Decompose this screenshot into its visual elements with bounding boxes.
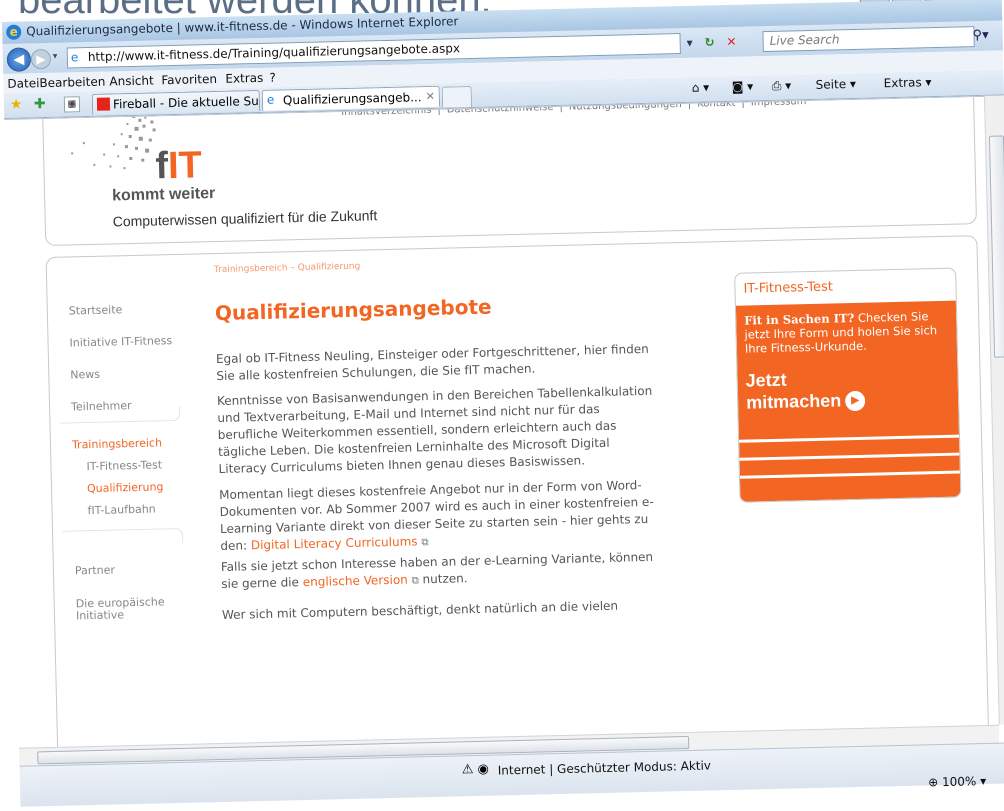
nav-it-fitness-test[interactable]: IT-Fitness-Test (86, 458, 162, 473)
search-placeholder: Live Search (769, 32, 840, 48)
history-dropdown-icon[interactable]: ▾ (53, 52, 58, 62)
menu-datei[interactable]: Datei (7, 76, 39, 91)
menu-favoriten[interactable]: Favoriten (161, 72, 217, 87)
search-icon[interactable]: ⚲▾ (972, 28, 988, 43)
tools-menu[interactable]: Extras ▾ (884, 75, 932, 90)
ie-logo-icon: e (6, 24, 22, 40)
tab-close-icon[interactable]: ✕ (425, 87, 436, 107)
feeds-icon[interactable]: ◙ ▾ (732, 79, 754, 94)
favorites-star-icon[interactable]: ★ (10, 97, 23, 113)
external-link-icon: ⧉ (421, 537, 429, 549)
fireball-icon (96, 97, 111, 111)
nav-news[interactable]: News (70, 368, 100, 382)
basics-paragraph: Kenntnisse von Basisanwendungen in den B… (216, 383, 653, 477)
nav-startseite[interactable]: Startseite (69, 303, 123, 317)
elearning-text-end: nutzen. (422, 571, 468, 587)
promo-cta[interactable]: Jetzt mitmachen ▶ (745, 367, 866, 414)
fitness-test-promo[interactable]: IT-Fitness-Test Fit in Sachen IT? Checke… (734, 267, 962, 503)
new-tab-button[interactable] (441, 85, 473, 108)
refresh-icon[interactable]: ↻ (704, 35, 714, 49)
address-actions: ▾ ↻ ✕ (687, 35, 745, 50)
screenshot-stage: – □ X e Qualifizierungsangebote | www.it… (0, 0, 1004, 807)
cta-line-1: Jetzt (745, 369, 787, 391)
logo-it: IT (167, 144, 203, 188)
menu-extras[interactable]: Extras (225, 71, 263, 86)
nav-divider (59, 405, 181, 424)
home-icon[interactable]: ⌂ ▾ (692, 80, 710, 94)
tab-label: Fireball - Die aktuelle Su... (112, 93, 261, 112)
nav-initiative[interactable]: Initiative IT-Fitness (69, 334, 172, 349)
page-icon: e (70, 50, 79, 65)
nav-partner[interactable]: Partner (75, 563, 115, 577)
english-version-link[interactable]: englische Version (303, 573, 408, 589)
promo-text: Fit in Sachen IT? Checken Sie jetzt Ihre… (744, 309, 950, 355)
tab-qualifizierung[interactable]: e Qualifizierungsangeb... ✕ (261, 85, 441, 111)
zoom-value: 100% (941, 774, 977, 790)
status-text: Internet | Geschützter Modus: Aktiv (497, 758, 712, 778)
url-text: http://www.it-fitness.de/Training/qualif… (87, 41, 461, 64)
stop-icon[interactable]: ✕ (726, 35, 736, 49)
menu-help[interactable]: ? (269, 71, 276, 85)
play-icon: ▶ (844, 391, 866, 412)
url-dropdown-icon[interactable]: ▾ (687, 36, 693, 50)
ie-page-icon: e (266, 92, 275, 107)
forward-button[interactable]: ▶ (30, 48, 52, 70)
tab-fireball[interactable]: Fireball - Die aktuelle Su... (91, 89, 261, 115)
print-icon[interactable]: ⎙ ▾ (772, 78, 792, 93)
external-link-icon: ⧉ (411, 575, 419, 587)
nav-europa[interactable]: Die europäische Initiative (76, 595, 177, 622)
nav-trainingsbereich[interactable]: Trainingsbereich (72, 436, 162, 451)
digital-literacy-link[interactable]: Digital Literacy Curriculums (251, 534, 418, 552)
nav-divider (62, 527, 184, 546)
page-viewport: Inhaltsverzeichnis | Datenschutzhinweise | N… (4, 95, 999, 749)
offer-paragraph: Momentan liegt dieses kostenfreie Angebo… (219, 477, 661, 556)
promo-title: IT-Fitness-Test (743, 279, 834, 297)
nav-qualifizierung[interactable]: Qualifizierung (87, 480, 164, 495)
logo-subtitle: kommt weiter (111, 185, 216, 205)
browser-window: – □ X e Qualifizierungsangebote | www.it… (2, 0, 1004, 807)
logo-fit[interactable]: fIT (155, 144, 202, 188)
cta-line-2: mitmachen (745, 390, 842, 413)
zoom-level[interactable]: ⊕ 100% ▾ (928, 774, 986, 789)
add-favorite-icon[interactable]: ✚ (34, 96, 46, 112)
quick-tabs-icon[interactable]: ▦ (63, 96, 81, 113)
tab-label: Qualifizierungsangeb... (282, 90, 422, 108)
globe-icon: ⚠ ◉ (461, 761, 490, 778)
logo-prefix: f (154, 145, 169, 188)
menu-ansicht[interactable]: Ansicht (109, 73, 154, 88)
back-button[interactable]: ◀ (6, 47, 32, 72)
search-input[interactable]: Live Search (762, 26, 975, 53)
page-menu[interactable]: Seite ▾ (816, 77, 857, 92)
nav-fit-laufbahn[interactable]: fIT-Laufbahn (87, 503, 155, 518)
menu-bearbeiten[interactable]: Bearbeiten (39, 75, 105, 91)
scroll-thumb[interactable] (988, 135, 1004, 358)
